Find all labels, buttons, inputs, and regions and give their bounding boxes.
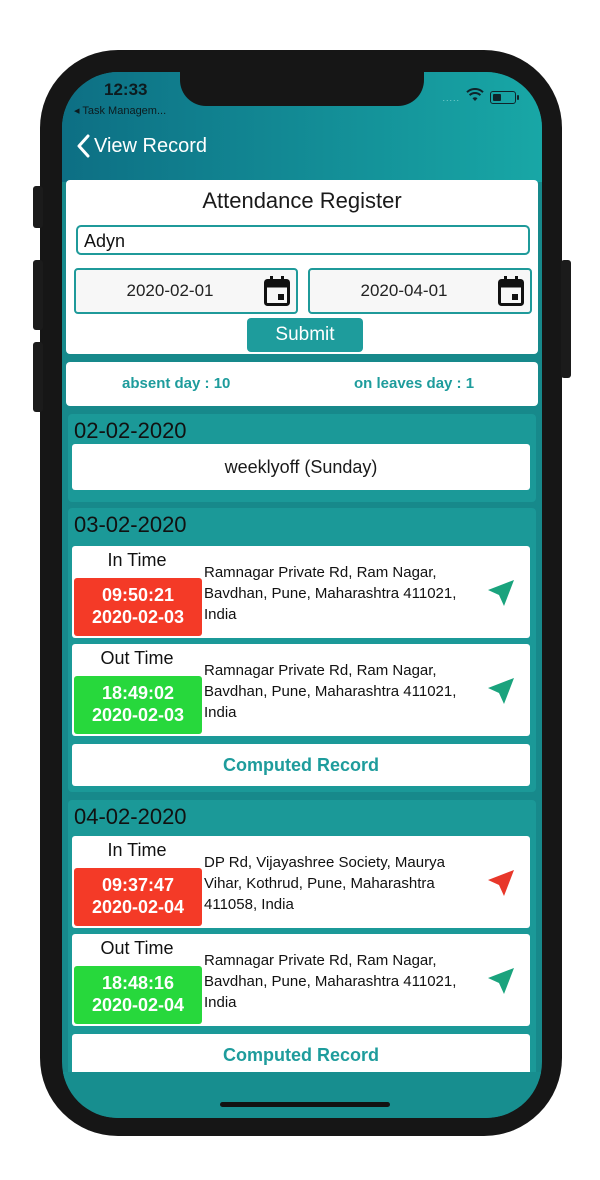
out-time-address: Ramnagar Private Rd, Ram Nagar, Bavdhan,…: [204, 952, 457, 1011]
in-time-label: In Time: [107, 550, 167, 570]
weekly-off-note: weeklyoff (Sunday): [72, 444, 530, 490]
filter-card: Attendance Register Adyn 2020-02-01 2020…: [66, 180, 538, 354]
navigation-arrow-icon[interactable]: [486, 868, 516, 898]
computed-record-button[interactable]: Computed Record: [72, 744, 530, 786]
out-time-entry: Out Time 18:48:16 2020-02-04 Ramnagar Pr…: [72, 934, 530, 1026]
calendar-icon: [264, 276, 290, 306]
navigation-arrow-icon[interactable]: [486, 676, 516, 706]
power-button: [561, 260, 571, 378]
notch: [180, 72, 424, 106]
battery-icon: [490, 91, 519, 104]
in-time-entry: In Time 09:50:21 2020-02-03 Ramnagar Pri…: [72, 546, 530, 638]
in-time-clock: 09:37:47: [101, 875, 175, 895]
bottom-bar: [62, 1072, 542, 1118]
home-indicator[interactable]: [220, 1102, 390, 1107]
in-time-entry: In Time 09:37:47 2020-02-04 DP Rd, Vijay…: [72, 836, 530, 928]
status-time: 12:33: [104, 80, 148, 99]
page-title: Attendance Register: [202, 188, 402, 213]
in-time-label: In Time: [107, 840, 167, 860]
navigation-arrow-icon[interactable]: [486, 966, 516, 996]
in-time-badge: 09:50:21 2020-02-03: [74, 578, 202, 636]
day-date: 04-02-2020: [74, 804, 187, 829]
screen: 12:33 ◂ Task Managem... ..... View Recor…: [62, 72, 542, 1118]
in-time-address: Ramnagar Private Rd, Ram Nagar, Bavdhan,…: [204, 564, 457, 623]
out-time-label: Out Time: [100, 938, 174, 958]
in-time-date: 2020-02-04: [91, 897, 185, 917]
in-time-date: 2020-02-03: [91, 607, 185, 627]
day-section: 03-02-2020 In Time 09:50:21 2020-02-03 R…: [68, 508, 536, 792]
status-back-app[interactable]: ◂ Task Managem...: [74, 104, 166, 117]
top-bar: 12:33 ◂ Task Managem... ..... View Recor…: [62, 72, 542, 182]
from-date-value: 2020-02-01: [126, 281, 214, 300]
status-icons: .....: [442, 88, 519, 107]
day-section: 02-02-2020 weeklyoff (Sunday): [68, 414, 536, 502]
in-time-address: DP Rd, Vijayashree Society, Maurya Vihar…: [204, 854, 445, 913]
mute-switch: [33, 186, 43, 228]
out-time-date: 2020-02-04: [91, 995, 185, 1015]
absent-days-count: absent day : 10: [122, 375, 231, 392]
navigation-arrow-icon[interactable]: [486, 578, 516, 608]
day-date: 03-02-2020: [74, 512, 187, 537]
out-time-entry: Out Time 18:49:02 2020-02-03 Ramnagar Pr…: [72, 644, 530, 736]
out-time-clock: 18:48:16: [101, 973, 175, 993]
from-date-picker[interactable]: 2020-02-01: [74, 268, 298, 314]
out-time-label: Out Time: [100, 648, 174, 668]
to-date-value: 2020-04-01: [360, 281, 448, 300]
employee-name-input[interactable]: Adyn: [76, 225, 530, 255]
wifi-icon: [466, 88, 484, 107]
submit-button[interactable]: Submit: [247, 318, 363, 352]
calendar-icon: [498, 276, 524, 306]
in-time-clock: 09:50:21: [101, 585, 175, 605]
summary-card: absent day : 10 on leaves day : 1: [66, 362, 538, 406]
chevron-left-icon: [77, 134, 90, 158]
in-time-badge: 09:37:47 2020-02-04: [74, 868, 202, 926]
leave-days-count: on leaves day : 1: [354, 375, 475, 392]
signal-dots: .....: [442, 92, 460, 103]
computed-record-button[interactable]: Computed Record: [72, 1034, 530, 1076]
back-button[interactable]: View Record: [76, 134, 207, 158]
out-time-badge: 18:48:16 2020-02-04: [74, 966, 202, 1024]
out-time-clock: 18:49:02: [101, 683, 175, 703]
out-time-badge: 18:49:02 2020-02-03: [74, 676, 202, 734]
out-time-date: 2020-02-03: [91, 705, 185, 725]
day-date: 02-02-2020: [74, 418, 187, 443]
back-label: View Record: [94, 134, 208, 157]
to-date-picker[interactable]: 2020-04-01: [308, 268, 532, 314]
out-time-address: Ramnagar Private Rd, Ram Nagar, Bavdhan,…: [204, 662, 457, 721]
volume-down-button: [33, 342, 43, 412]
day-section: 04-02-2020 In Time 09:37:47 2020-02-04 D…: [68, 800, 536, 1090]
volume-up-button: [33, 260, 43, 330]
